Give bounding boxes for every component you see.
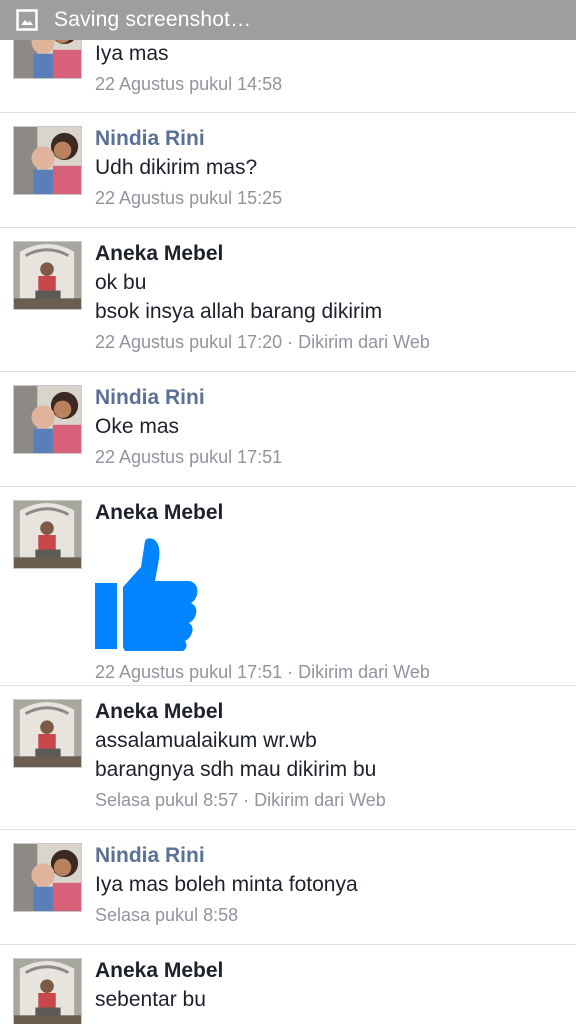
avatar-nindia[interactable] bbox=[13, 126, 82, 195]
message-text: bsok insya allah barang dikirim bbox=[95, 300, 383, 323]
message-timestamp: Selasa pukul 8:57 · Dikirim dari Web bbox=[95, 790, 386, 810]
message-text: Iya mas bbox=[95, 42, 169, 65]
message-timestamp: 22 Agustus pukul 14:58 bbox=[95, 74, 283, 94]
message-text: barangnya sdh mau dikirim bu bbox=[95, 758, 377, 781]
message-item[interactable]: Nindia Rini Oke mas 22 Agustus pukul 17:… bbox=[0, 373, 576, 487]
message-item[interactable]: Nindia Rini Iya mas boleh minta fotonya … bbox=[0, 831, 576, 945]
message-timestamp: 22 Agustus pukul 17:51 · Dikirim dari Web bbox=[95, 662, 430, 682]
message-item[interactable]: Aneka Mebel ok bu bsok insya allah baran… bbox=[0, 229, 576, 372]
message-text: sebentar bu bbox=[95, 988, 206, 1011]
sent-via-label: Dikirim dari Web bbox=[254, 790, 386, 810]
sender-name[interactable]: Aneka Mebel bbox=[95, 957, 566, 985]
message-timestamp: 22 Agustus pukul 17:51 bbox=[95, 447, 283, 467]
message-timestamp: 22 Agustus pukul 15:25 bbox=[95, 188, 283, 208]
message-text: ok bu bbox=[95, 271, 147, 294]
message-timestamp: Selasa pukul 8:58 bbox=[95, 905, 239, 925]
sender-name[interactable]: Aneka Mebel bbox=[95, 240, 566, 268]
message-item[interactable]: Aneka Mebel assalamualaikum wr.wb barang… bbox=[0, 687, 576, 830]
thumbs-up-icon[interactable] bbox=[95, 537, 203, 653]
avatar-aneka[interactable] bbox=[13, 699, 82, 768]
sent-via-label: Dikirim dari Web bbox=[298, 332, 430, 352]
avatar-aneka[interactable] bbox=[13, 958, 82, 1024]
message-text: assalamualaikum wr.wb bbox=[95, 729, 317, 752]
status-bar: Saving screenshot… bbox=[0, 0, 576, 40]
sender-name[interactable]: Nindia Rini bbox=[95, 384, 566, 412]
message-item[interactable]: Aneka Mebel sebentar bu bbox=[0, 946, 576, 1024]
avatar-nindia[interactable] bbox=[13, 843, 82, 912]
avatar-nindia[interactable] bbox=[13, 385, 82, 454]
message-item[interactable]: Aneka Mebel 22 Agustus pukul 17:51 · Dikir… bbox=[0, 488, 576, 686]
sender-name[interactable]: Nindia Rini bbox=[95, 125, 566, 153]
message-text: Oke mas bbox=[95, 415, 180, 438]
message-thread[interactable]: Iya mas 22 Agustus pukul 14:58 Nindia Ri… bbox=[0, 0, 576, 1024]
message-text: Iya mas boleh minta fotonya bbox=[95, 873, 358, 896]
sender-name[interactable]: Aneka Mebel bbox=[95, 698, 566, 726]
sender-name[interactable]: Aneka Mebel bbox=[95, 499, 566, 527]
image-icon bbox=[16, 9, 38, 31]
avatar-aneka[interactable] bbox=[13, 500, 82, 569]
message-timestamp: 22 Agustus pukul 17:20 · Dikirim dari Web bbox=[95, 332, 430, 352]
status-notification-text: Saving screenshot… bbox=[54, 8, 252, 31]
avatar-aneka[interactable] bbox=[13, 241, 82, 310]
sent-via-label: Dikirim dari Web bbox=[298, 662, 430, 682]
message-item[interactable]: Nindia Rini Udh dikirim mas? 22 Agustus … bbox=[0, 114, 576, 228]
message-text: Udh dikirim mas? bbox=[95, 156, 258, 179]
sender-name[interactable]: Nindia Rini bbox=[95, 842, 566, 870]
